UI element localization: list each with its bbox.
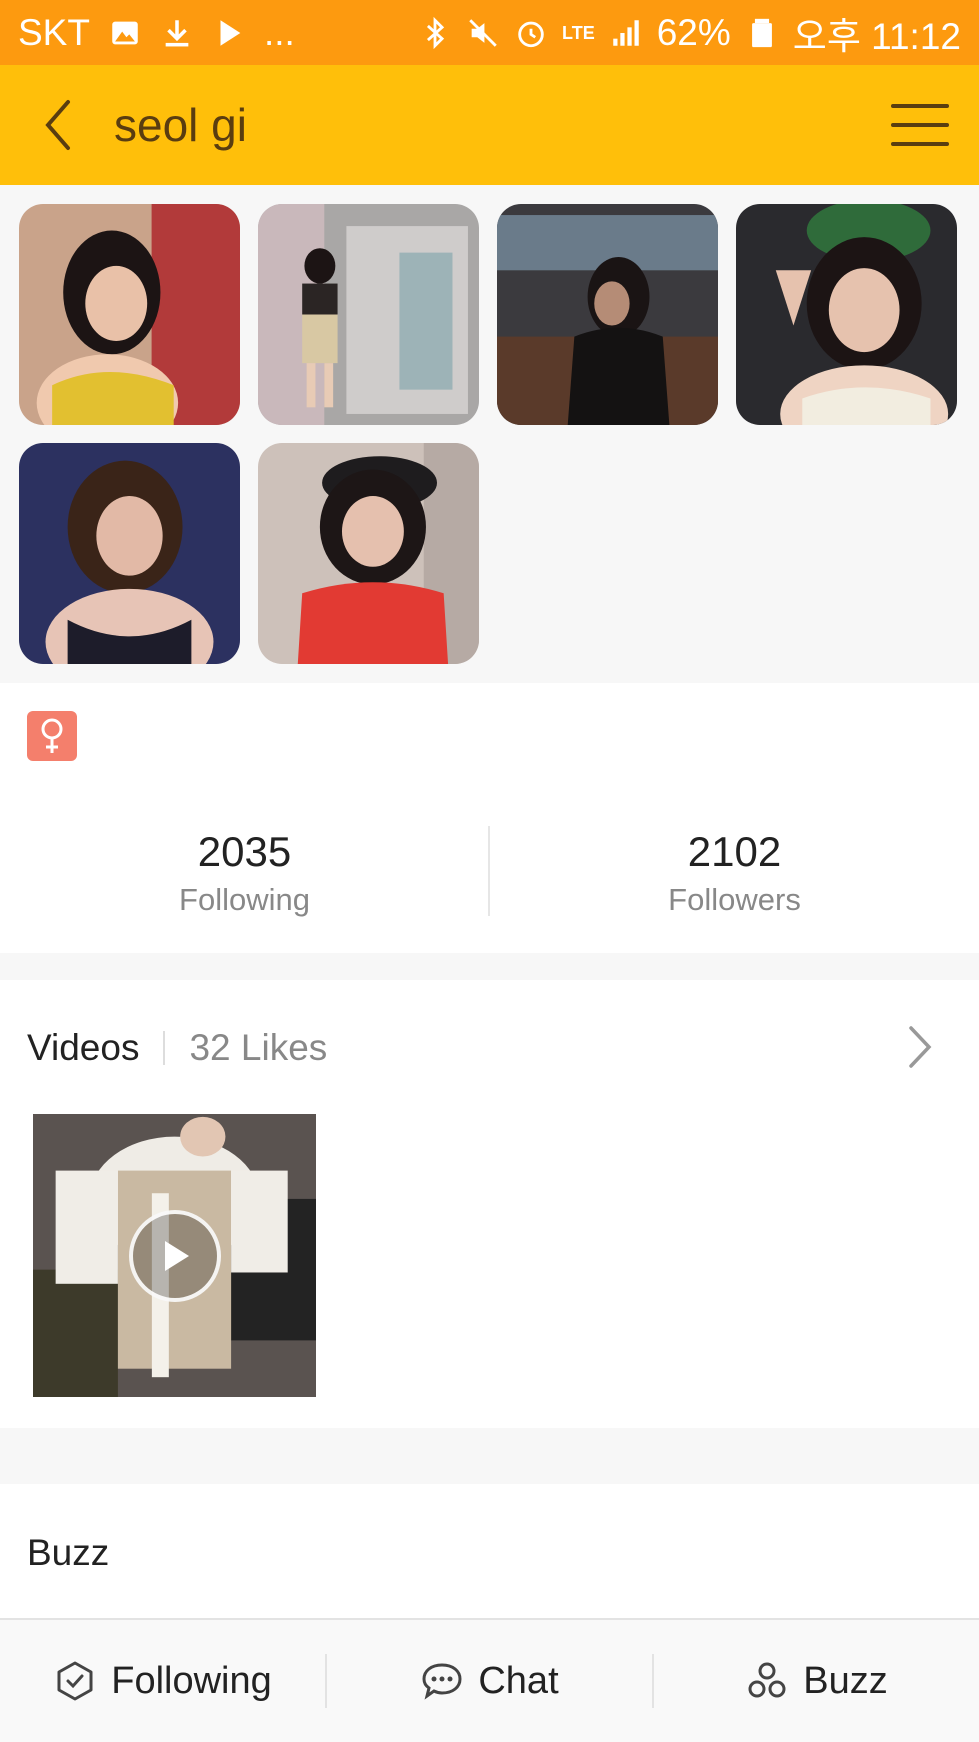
buzz-section: Buzz — [0, 1484, 979, 1618]
female-icon — [27, 711, 77, 761]
download-icon — [160, 16, 194, 50]
battery-percent: 62% — [656, 11, 731, 53]
following-count: 2035 — [197, 828, 292, 875]
play-button[interactable] — [129, 1210, 221, 1302]
menu-icon-line — [891, 104, 949, 108]
photo-5[interactable] — [19, 443, 240, 664]
signal-icon — [609, 16, 643, 50]
followers-count: 2102 — [687, 828, 782, 875]
chevron-right-icon[interactable] — [899, 1020, 939, 1074]
network-type: LTE — [562, 22, 595, 43]
clock: 오후 11:12 — [792, 15, 961, 57]
followers-stat[interactable]: 2102 Followers — [490, 828, 979, 918]
status-bar: SKT ... LTE 62% 오후 11:12 — [0, 0, 979, 65]
photo-3[interactable] — [497, 204, 718, 425]
buzz-title: Buzz — [27, 1532, 110, 1573]
buzz-button-label: Buzz — [803, 1659, 888, 1702]
followers-label: Followers — [668, 882, 801, 917]
hexagon-check-icon — [57, 1661, 93, 1701]
carrier-label: SKT — [18, 11, 90, 53]
photo-2[interactable] — [258, 204, 479, 425]
alarm-icon — [514, 16, 548, 50]
following-button[interactable]: Following — [0, 1620, 325, 1742]
menu-icon-line — [891, 142, 949, 146]
video-thumbnail[interactable] — [33, 1114, 316, 1397]
page-title: seol gi — [114, 99, 247, 151]
photo-grid — [0, 185, 979, 683]
bottom-action-bar: Following Chat Buzz — [0, 1618, 979, 1742]
videos-title: Videos — [27, 1027, 140, 1068]
image-icon — [108, 16, 142, 50]
mute-icon — [466, 16, 500, 50]
chat-bubble-icon — [422, 1663, 462, 1700]
play-store-icon — [212, 16, 246, 50]
following-stat[interactable]: 2035 Following — [0, 828, 489, 918]
chat-button-label: Chat — [478, 1659, 559, 1702]
buzz-circles-icon — [748, 1662, 786, 1698]
profile-section: 2035 Following 2102 Followers — [0, 683, 979, 953]
menu-button[interactable] — [889, 100, 951, 150]
photo-1[interactable] — [19, 204, 240, 425]
following-label: Following — [179, 882, 310, 917]
buzz-button[interactable]: Buzz — [654, 1620, 979, 1742]
videos-likes: 32 Likes — [189, 1027, 328, 1068]
bluetooth-icon — [418, 16, 452, 50]
videos-section: Videos 32 Likes — [0, 980, 979, 1428]
following-button-label: Following — [111, 1659, 272, 1702]
back-button[interactable] — [28, 95, 88, 155]
more-notifications: ... — [263, 11, 295, 53]
photo-4[interactable] — [736, 204, 957, 425]
videos-header[interactable]: Videos 32 Likes — [27, 1027, 327, 1069]
battery-icon — [745, 16, 779, 50]
chat-button[interactable]: Chat — [327, 1620, 652, 1742]
play-icon — [165, 1241, 189, 1271]
photo-6[interactable] — [258, 443, 479, 664]
videos-separator — [163, 1031, 166, 1065]
menu-icon-line — [891, 123, 949, 127]
back-arrow-icon — [45, 100, 70, 150]
app-bar: seol gi — [0, 65, 979, 185]
